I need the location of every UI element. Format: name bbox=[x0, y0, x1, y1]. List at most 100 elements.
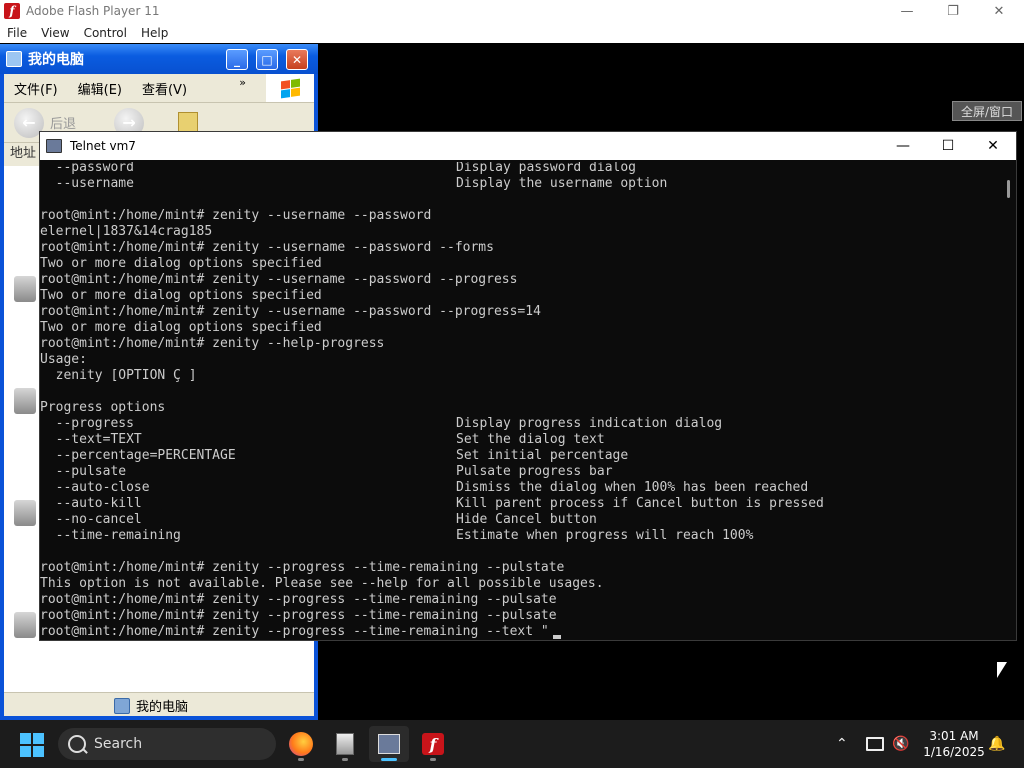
drive-icon[interactable] bbox=[14, 276, 36, 302]
terminal-scrollbar[interactable] bbox=[1001, 162, 1016, 640]
telnet-maximize-button[interactable]: ☐ bbox=[925, 132, 971, 160]
terminal-line-description: Pulsate progress bar bbox=[456, 464, 613, 479]
telnet-taskbar-button[interactable] bbox=[369, 726, 409, 762]
menu-help[interactable]: Help bbox=[134, 26, 175, 40]
flash-taskbar-button[interactable]: f bbox=[413, 726, 453, 762]
terminal-line-description: Kill parent process if Cancel button is … bbox=[456, 496, 824, 511]
file-taskbar-button[interactable] bbox=[325, 726, 365, 762]
menu-view[interactable]: View bbox=[34, 26, 76, 40]
telnet-window: Telnet vm7 — ☐ ✕ --password Display passw… bbox=[39, 131, 1017, 641]
drive-icon[interactable] bbox=[14, 500, 36, 526]
terminal-line-text: --username bbox=[40, 176, 134, 191]
taskbar-indicator bbox=[298, 758, 304, 761]
terminal-line-description: Dismiss the dialog when 100% has been re… bbox=[456, 480, 809, 495]
terminal-line-text: root@mint:/home/mint# zenity --username … bbox=[40, 272, 518, 287]
terminal-line-text: --percentage=PERCENTAGE bbox=[40, 448, 236, 463]
terminal-line-text: Two or more dialog options specified bbox=[40, 256, 322, 271]
menu-file[interactable]: File bbox=[0, 26, 34, 40]
terminal-line-text: --progress bbox=[40, 416, 134, 431]
terminal-line-text: Two or more dialog options specified bbox=[40, 320, 322, 335]
terminal-output[interactable]: --password Display password dialog --user… bbox=[40, 162, 1000, 640]
terminal-line-description: Hide Cancel button bbox=[456, 512, 597, 527]
minimize-button[interactable]: — bbox=[884, 0, 930, 22]
xp-maximize-button[interactable]: □ bbox=[256, 49, 278, 70]
terminal-line-description: Set initial percentage bbox=[456, 448, 629, 463]
volume-muted-icon[interactable]: 🔇 bbox=[892, 720, 909, 768]
xp-statusbar: 我的电脑 bbox=[4, 692, 314, 716]
terminal-line-text: --password bbox=[40, 162, 134, 175]
terminal-line-text: zenity [OPTION Ç ] bbox=[40, 368, 197, 383]
clock[interactable]: 3:01 AM 1/16/2025 bbox=[914, 728, 994, 760]
back-button-label[interactable]: 后退 bbox=[50, 113, 76, 132]
xp-menu-view[interactable]: 查看(V) bbox=[132, 79, 197, 98]
taskbar-indicator bbox=[342, 758, 348, 761]
xp-minimize-button[interactable]: _ bbox=[226, 49, 248, 70]
terminal-line-text: Progress options bbox=[40, 400, 166, 415]
terminal-icon bbox=[378, 734, 400, 754]
terminal-line-text: --pulsate bbox=[40, 464, 127, 479]
computer-icon bbox=[6, 51, 22, 67]
taskbar: Search f ⌃ 🔇 3:01 AM 1/16/2025 🔔 bbox=[0, 720, 1024, 768]
firefox-icon bbox=[289, 732, 313, 756]
terminal-line-description: Display password dialog bbox=[456, 162, 637, 175]
firefox-taskbar-button[interactable] bbox=[281, 726, 321, 762]
terminal-line-description: Display progress indication dialog bbox=[456, 416, 723, 431]
drive-icon[interactable] bbox=[14, 612, 36, 638]
telnet-titlebar: Telnet vm7 — ☐ ✕ bbox=[40, 132, 1016, 160]
network-icon[interactable] bbox=[866, 720, 884, 768]
terminal-line-text: Two or more dialog options specified bbox=[40, 288, 322, 303]
clock-time: 3:01 AM bbox=[929, 729, 979, 743]
windows-logo-icon bbox=[266, 74, 314, 102]
terminal-line-text: This option is not available. Please see… bbox=[40, 576, 604, 591]
mouse-cursor bbox=[997, 662, 1007, 678]
terminal-line-description: Display the username option bbox=[456, 176, 668, 191]
taskbar-indicator bbox=[430, 758, 436, 761]
xp-menu-file[interactable]: 文件(F) bbox=[4, 79, 68, 98]
start-button[interactable] bbox=[20, 733, 44, 757]
restore-button[interactable]: ❐ bbox=[930, 0, 976, 22]
terminal-icon bbox=[46, 139, 62, 153]
terminal-line-description: Set the dialog text bbox=[456, 432, 605, 447]
telnet-window-title: Telnet vm7 bbox=[70, 139, 136, 153]
xp-titlebar: 我的电脑 _ □ ✕ bbox=[0, 44, 318, 74]
telnet-minimize-button[interactable]: — bbox=[880, 132, 926, 160]
xp-menubar: 文件(F) 编辑(E) 查看(V) » bbox=[4, 74, 262, 102]
search-icon bbox=[68, 735, 86, 753]
xp-close-button[interactable]: ✕ bbox=[286, 49, 308, 70]
terminal-line-description: Estimate when progress will reach 100% bbox=[456, 528, 754, 543]
search-label: Search bbox=[94, 736, 143, 752]
document-icon bbox=[336, 733, 354, 755]
fullscreen-toggle-button[interactable]: 全屏/窗口 bbox=[952, 101, 1022, 121]
terminal-cursor bbox=[553, 635, 561, 639]
close-button[interactable]: ✕ bbox=[976, 0, 1022, 22]
menu-control[interactable]: Control bbox=[77, 26, 134, 40]
terminal-line-text: --time-remaining bbox=[40, 528, 181, 543]
terminal-line-text: root@mint:/home/mint# zenity --username … bbox=[40, 304, 541, 319]
xp-window-title: 我的电脑 bbox=[28, 52, 84, 68]
telnet-close-button[interactable]: ✕ bbox=[970, 132, 1016, 160]
terminal-line-text: --text=TEXT bbox=[40, 432, 142, 447]
flash-menubar: File View Control Help bbox=[0, 22, 1024, 43]
terminal-line-text: root@mint:/home/mint# zenity --help-prog… bbox=[40, 336, 385, 351]
terminal-line-text: root@mint:/home/mint# zenity --progress … bbox=[40, 592, 557, 607]
xp-menu-edit[interactable]: 编辑(E) bbox=[68, 79, 132, 98]
desktop: f Adobe Flash Player 11 — ❐ ✕ File View … bbox=[0, 0, 1024, 768]
terminal-line-text: root@mint:/home/mint# zenity --username … bbox=[40, 208, 432, 223]
terminal-line-text: root@mint:/home/mint# zenity --progress … bbox=[40, 560, 565, 575]
terminal-line-text: --no-cancel bbox=[40, 512, 142, 527]
scrollbar-thumb[interactable] bbox=[1007, 180, 1010, 198]
flash-icon: f bbox=[422, 733, 444, 755]
flash-titlebar: f Adobe Flash Player 11 — ❐ ✕ bbox=[0, 0, 1024, 22]
flash-icon: f bbox=[4, 3, 20, 19]
flash-window-title: Adobe Flash Player 11 bbox=[26, 4, 160, 18]
menu-overflow-icon[interactable]: » bbox=[229, 76, 256, 89]
taskbar-search[interactable]: Search bbox=[58, 728, 276, 760]
terminal-line-text: --auto-kill bbox=[40, 496, 142, 511]
terminal-line-text: root@mint:/home/mint# zenity --progress … bbox=[40, 608, 557, 623]
terminal-line-text: --auto-close bbox=[40, 480, 150, 495]
computer-icon bbox=[114, 697, 130, 714]
show-hidden-icons-chevron[interactable]: ⌃ bbox=[836, 720, 848, 768]
terminal-line-text: elernel|1837&14crag185 bbox=[40, 224, 213, 239]
drive-icon[interactable] bbox=[14, 388, 36, 414]
notification-bell-icon[interactable]: 🔔 bbox=[988, 720, 1005, 768]
